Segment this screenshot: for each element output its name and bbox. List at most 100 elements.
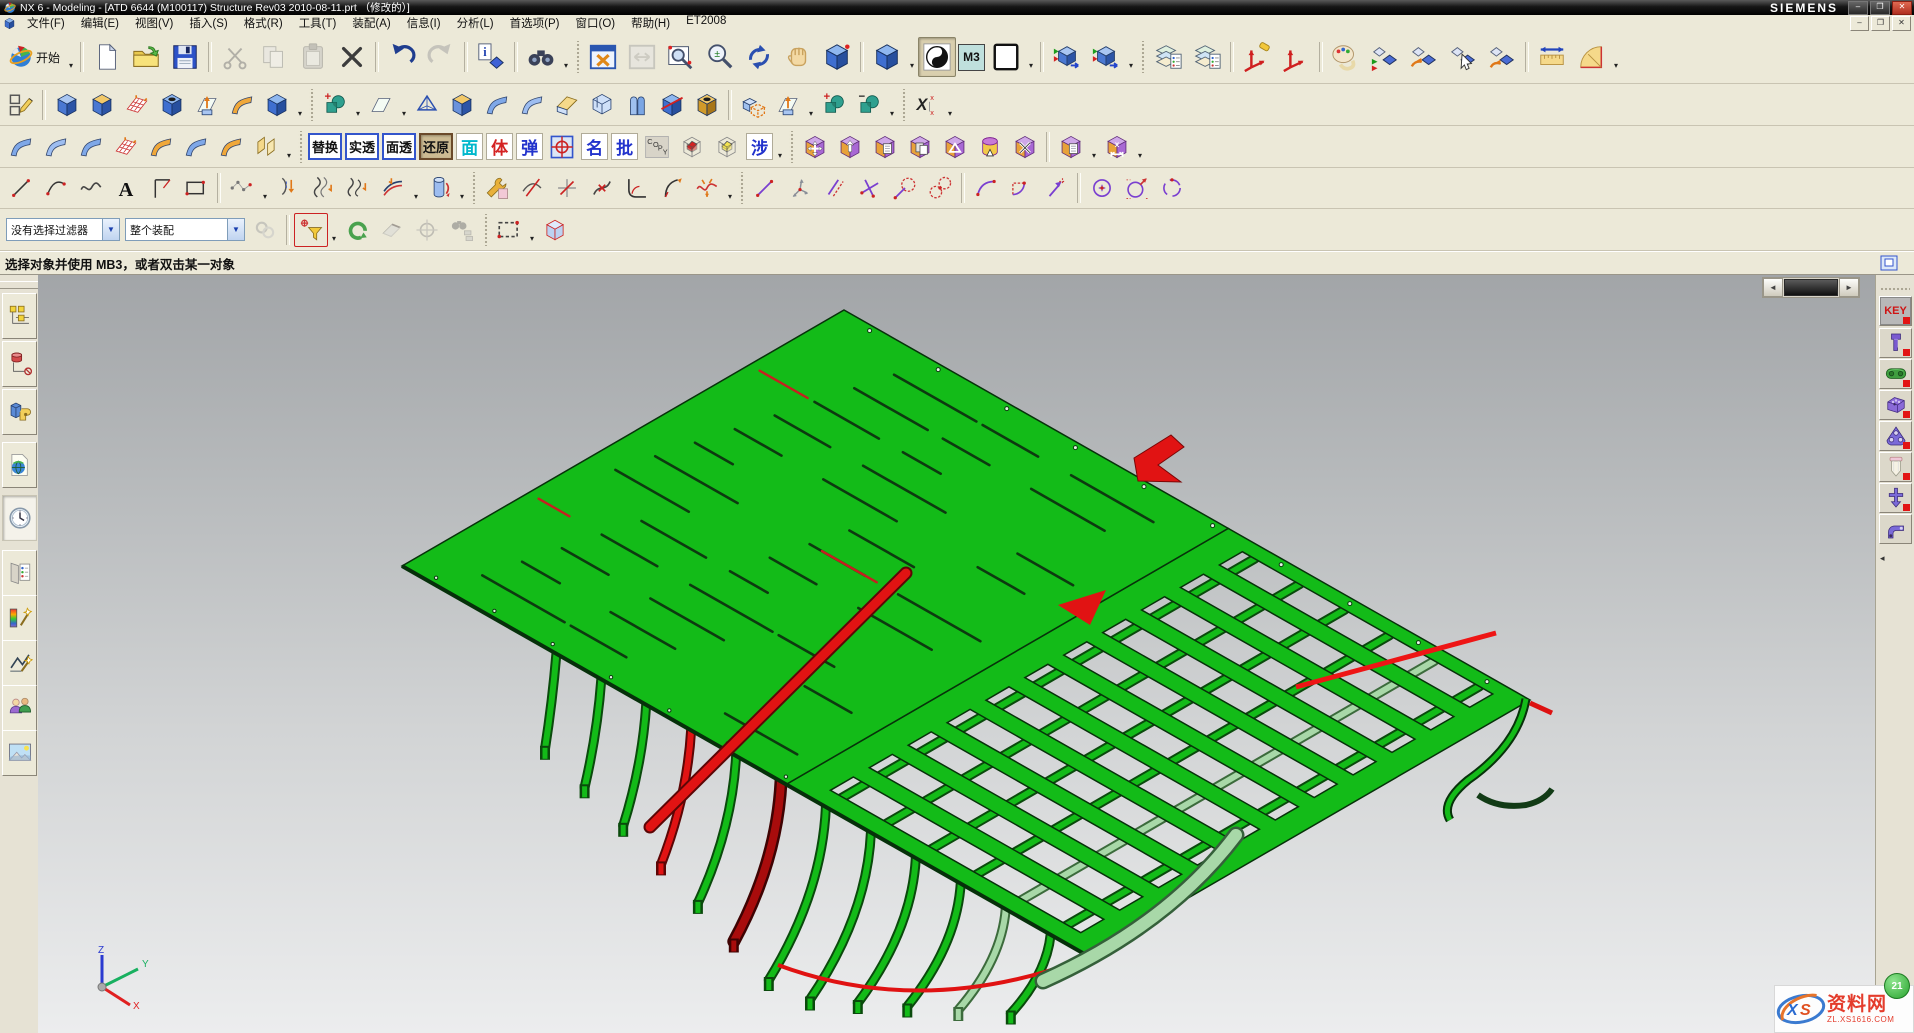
solid-translucent-button[interactable]: 实透 <box>345 133 379 160</box>
point-set-button-dropdown[interactable]: ▾ <box>260 171 270 205</box>
styled-blend-button[interactable] <box>515 88 549 122</box>
scroll-right-button[interactable]: ► <box>1839 278 1859 297</box>
scope-filter-combo-arrow[interactable]: ▼ <box>227 219 244 240</box>
close-window-button[interactable] <box>584 37 622 77</box>
roles-tab[interactable] <box>2 685 37 731</box>
perspective-button[interactable] <box>818 37 856 77</box>
toolbar-grip[interactable] <box>471 172 476 204</box>
expressions-button-dropdown[interactable]: ▾ <box>945 88 955 122</box>
unite-button[interactable]: + <box>817 88 851 122</box>
spring-button[interactable]: 弹 <box>516 133 543 160</box>
constraint-navigator-tab[interactable] <box>2 341 37 387</box>
menu-窗口O[interactable]: 窗口(O) <box>567 15 623 31</box>
type-filter-combo[interactable]: 没有选择过滤器▼ <box>6 218 120 241</box>
block-button-dropdown[interactable]: ▾ <box>295 88 305 122</box>
menu-视图V[interactable]: 视图(V) <box>127 15 181 31</box>
divide-curve-button[interactable] <box>585 171 619 205</box>
window-close-button[interactable]: ✕ <box>1892 1 1912 15</box>
text-button[interactable]: A <box>109 171 143 205</box>
background-button[interactable] <box>987 37 1025 77</box>
bend-surface-button[interactable] <box>214 130 248 164</box>
point-set-button[interactable] <box>225 171 259 205</box>
snap-line-button[interactable] <box>748 171 782 205</box>
save-button[interactable] <box>166 37 204 77</box>
snap-point-button[interactable] <box>783 171 817 205</box>
menu-首选项P[interactable]: 首选项(P) <box>502 15 568 31</box>
restore-cue-icon[interactable] <box>1880 255 1898 274</box>
background-button-dropdown[interactable]: ▾ <box>1026 40 1036 74</box>
body-button[interactable]: 体 <box>486 133 513 160</box>
toolbar-grip[interactable] <box>575 41 580 73</box>
orient-view-button[interactable] <box>1238 37 1276 77</box>
part-template-block[interactable] <box>1879 390 1912 420</box>
section-surface-button[interactable] <box>144 130 178 164</box>
toolbar-grip[interactable] <box>483 214 488 246</box>
arc-button[interactable] <box>39 171 73 205</box>
through-curves-button[interactable] <box>39 130 73 164</box>
yellow-cube-display-button[interactable] <box>710 130 744 164</box>
block-button[interactable] <box>260 88 294 122</box>
pan-view-button[interactable] <box>779 37 817 77</box>
layer-settings-button[interactable] <box>1149 37 1187 77</box>
smooth-spline-button[interactable] <box>655 171 689 205</box>
paste-face-button[interactable] <box>903 130 937 164</box>
two-circles-button[interactable] <box>923 171 957 205</box>
menu-格式R[interactable]: 格式(R) <box>236 15 291 31</box>
menu-文件F[interactable]: 文件(F) <box>19 15 73 31</box>
menu-帮助H[interactable]: 帮助(H) <box>623 15 678 31</box>
expressions-button[interactable]: Xxx <box>910 88 944 122</box>
copy-display-button[interactable]: COPY <box>640 130 674 164</box>
chamfer-button[interactable] <box>550 88 584 122</box>
edit-section-button-dropdown[interactable]: ▾ <box>1126 40 1136 74</box>
datum-csys-button[interactable] <box>410 88 444 122</box>
display-style-button[interactable] <box>918 37 956 77</box>
delete-button[interactable] <box>333 37 371 77</box>
toolbar-grip[interactable] <box>739 172 744 204</box>
blend-face-button[interactable] <box>938 130 972 164</box>
name-button[interactable]: 名 <box>581 133 608 160</box>
edit-spline-button-dropdown[interactable]: ▾ <box>725 171 735 205</box>
menu-工具T[interactable]: 工具(T) <box>291 15 345 31</box>
part-template-plate[interactable] <box>1879 421 1912 451</box>
trim-corner-button[interactable] <box>550 171 584 205</box>
interference-button-dropdown[interactable]: ▾ <box>775 130 785 164</box>
part-template-link[interactable] <box>1879 359 1912 389</box>
measure-angle-button-dropdown[interactable]: ▾ <box>1611 40 1621 74</box>
scrollbar-thumb[interactable] <box>1784 279 1838 296</box>
edge-blend-button[interactable] <box>445 88 479 122</box>
fillet-curve-button[interactable] <box>620 171 654 205</box>
swept-surface-button[interactable] <box>109 130 143 164</box>
copy-face-button[interactable] <box>868 130 902 164</box>
solid-preview-button[interactable] <box>538 213 572 247</box>
profile-button[interactable] <box>144 171 178 205</box>
rectangle-select-button[interactable] <box>492 213 526 247</box>
trim-curve-button[interactable] <box>515 171 549 205</box>
wrap-curve-button-dropdown[interactable]: ▾ <box>457 171 467 205</box>
copy-feature-button-dropdown[interactable]: ▾ <box>1089 130 1099 164</box>
menu-分析L[interactable]: 分析(L) <box>449 15 502 31</box>
pattern-face-button[interactable] <box>771 88 805 122</box>
red-cube-display-button[interactable] <box>675 130 709 164</box>
mdi-restore-button[interactable]: ❐ <box>1871 16 1890 31</box>
information-button[interactable]: i <box>472 37 510 77</box>
shell-button[interactable] <box>585 88 619 122</box>
palettes-tab[interactable] <box>2 550 37 596</box>
vector-button[interactable] <box>1039 171 1073 205</box>
snap-view-button[interactable] <box>1277 37 1315 77</box>
palette-collapse-arrow[interactable]: ◂ <box>1880 553 1885 564</box>
wrap-curve-button[interactable] <box>422 171 456 205</box>
circle-arrow-button[interactable] <box>1120 171 1154 205</box>
thread-button[interactable] <box>690 88 724 122</box>
face-translucent-button[interactable]: 面透 <box>382 133 416 160</box>
copy-feature-button[interactable] <box>1054 130 1088 164</box>
boss-button[interactable] <box>190 88 224 122</box>
undo-button[interactable] <box>383 37 421 77</box>
toolbar-grip[interactable] <box>298 131 303 163</box>
layer-visible-in-view-button[interactable] <box>1188 37 1226 77</box>
section-curve-button[interactable] <box>341 171 375 205</box>
sketch-button[interactable] <box>4 88 38 122</box>
snap-point-filter-button-dropdown[interactable]: ▾ <box>329 213 339 247</box>
pattern-curve-button-dropdown[interactable]: ▾ <box>353 88 363 122</box>
visualization-shortcuts-tab[interactable] <box>2 640 37 686</box>
circle-dashed-button[interactable] <box>1155 171 1189 205</box>
